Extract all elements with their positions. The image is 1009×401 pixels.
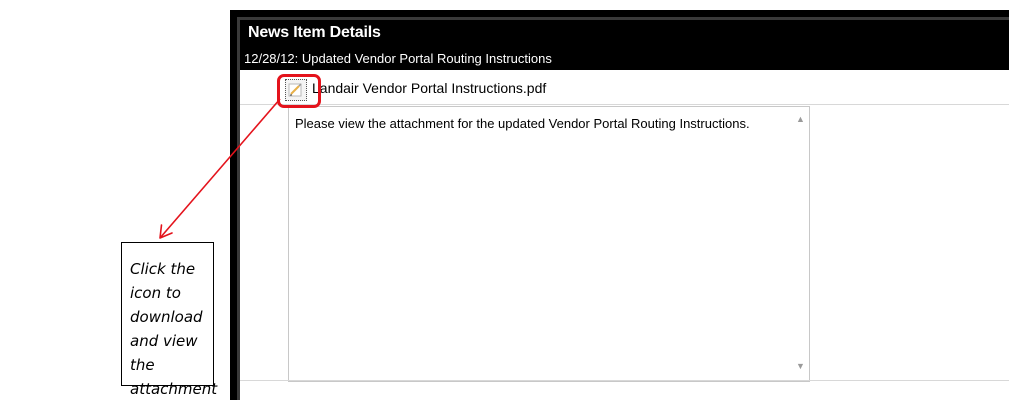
news-body-text: Please view the attachment for the updat…: [295, 116, 750, 131]
attachment-filename[interactable]: Landair Vendor Portal Instructions.pdf: [312, 80, 546, 96]
divider: [240, 380, 1009, 381]
callout-text: Click the icon to download and view the …: [130, 260, 218, 398]
vertical-scrollbar[interactable]: ▲ ▼: [792, 107, 809, 381]
scroll-up-arrow-icon[interactable]: ▲: [792, 111, 809, 128]
panel-header: News Item Details 12/28/12: Updated Vend…: [240, 20, 1009, 70]
attachment-icon-highlight: [277, 74, 321, 108]
news-item-subtitle: 12/28/12: Updated Vendor Portal Routing …: [244, 51, 552, 66]
scroll-down-arrow-icon[interactable]: ▼: [792, 358, 809, 375]
news-body-textarea[interactable]: Please view the attachment for the updat…: [288, 106, 810, 382]
instruction-callout: Click the icon to download and view the …: [121, 242, 217, 398]
attachment-row: Landair Vendor Portal Instructions.pdf: [240, 70, 1009, 105]
news-item-panel: News Item Details 12/28/12: Updated Vend…: [240, 20, 1009, 400]
panel-title: News Item Details: [248, 24, 381, 41]
